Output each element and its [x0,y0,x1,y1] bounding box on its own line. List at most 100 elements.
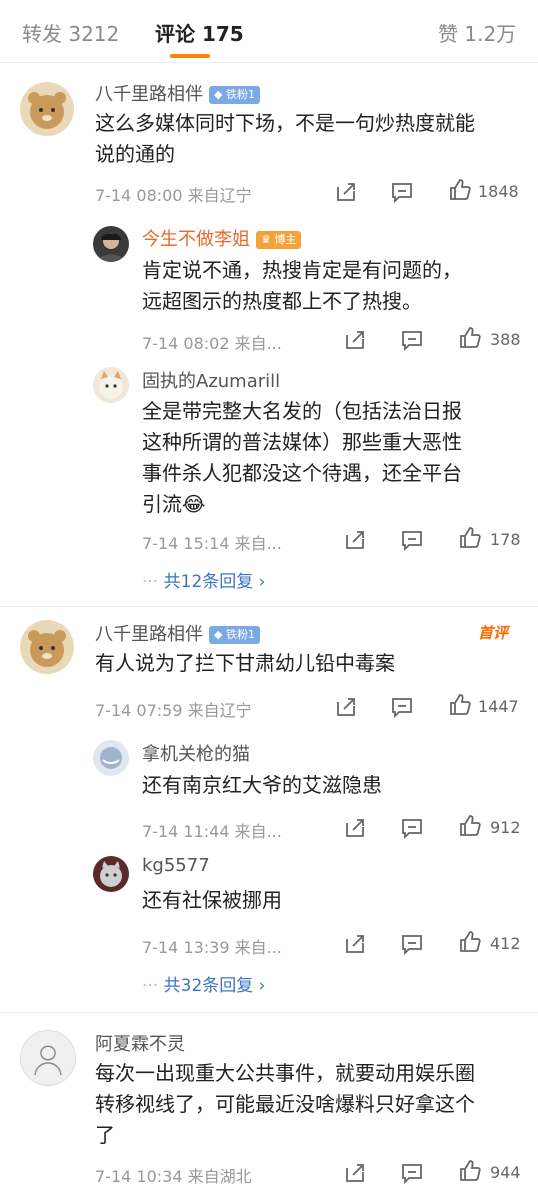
author-name[interactable]: 八千里路相伴 [95,624,203,645]
reply-text: 还有南京红大爷的艾滋隐患 [142,770,382,801]
like-button[interactable] [458,326,482,350]
reply-author[interactable]: 今生不做李姐 ♛ 博主 [142,225,302,251]
text-line: 还有南京红大爷的艾滋隐患 [142,773,382,797]
tab-comments[interactable]: 评论 175 [155,18,244,47]
bear-avatar-icon [28,92,66,129]
text-line: 说的通的 [95,142,175,166]
more-replies-link[interactable]: ··· 共12条回复 › [142,567,265,592]
comment-button[interactable] [400,328,424,352]
repost-icon [346,935,364,953]
comment-button[interactable] [400,528,424,552]
like-count: 178 [490,530,521,549]
divider [0,1012,538,1013]
fan-badge: ◆ 铁粉1 [209,626,260,644]
comment-icon [402,531,422,552]
like-count: 412 [490,934,521,953]
reply-meta: 7-14 11:44 来自... [142,822,282,841]
like-button[interactable] [448,693,472,717]
reply-author[interactable]: 拿机关枪的猫 [142,740,250,766]
divider [0,606,538,607]
reply-text: 还有社保被挪用 [142,885,282,916]
comment-icon [392,698,412,719]
repost-icon [346,819,364,837]
comment-text: 这么多媒体同时下场，不是一句炒热度就能 说的通的 [95,108,475,170]
reply-text: 肯定说不通，热搜肯定是有问题的， 远超图示的热度都上不了热搜。 [142,255,462,317]
user-avatar-icon [97,233,125,262]
text-line: 这么多媒体同时下场，不是一句炒热度就能 [95,111,475,135]
comment-author[interactable]: 阿夏霖不灵 [95,1030,185,1056]
cat-avatar-icon [100,861,122,887]
cat-avatar-icon [99,371,123,399]
comment-button[interactable] [400,1161,424,1185]
tab-likes[interactable]: 赞 1.2万 [438,18,516,47]
like-button[interactable] [448,178,472,202]
repost-button[interactable] [343,528,367,552]
avatar[interactable] [93,226,129,262]
text-line: 全是带完整大名发的（包括法治日报 [142,399,462,423]
blogger-badge: ♛ 博主 [256,231,302,249]
repost-button[interactable] [343,328,367,352]
active-tab-indicator [170,54,210,58]
ellipsis: ··· [142,976,159,996]
text-line: 事件杀人犯都没这个待遇，还全平台 [142,461,462,485]
first-comment-tag: 首评 [478,624,509,642]
reply-author[interactable]: kg5577 [142,855,210,876]
like-count: 388 [490,330,521,349]
reply-author[interactable]: 固执的Azumarill [142,367,280,393]
user-avatar-icon [100,747,122,769]
more-replies-label[interactable]: 共32条回复 › [164,976,266,996]
avatar[interactable] [93,367,129,403]
comment-icon [402,1164,422,1185]
author-name[interactable]: 今生不做李姐 [142,229,250,250]
text-line: 每次一出现重大公共事件，就要动用娱乐圈 [95,1061,475,1085]
tab-bar: 转发 3212 评论 175 赞 1.2万 [0,0,538,62]
badge-label: 铁粉1 [225,88,255,101]
comment-button[interactable] [390,695,414,719]
like-button[interactable] [458,526,482,550]
like-count: 1447 [478,697,519,716]
repost-button[interactable] [343,816,367,840]
avatar[interactable] [20,82,74,136]
avatar[interactable] [20,620,74,674]
thumbs-up-icon [460,1160,481,1181]
more-replies-link[interactable]: ··· 共32条回复 › [142,971,265,996]
reply-text: 全是带完整大名发的（包括法治日报 这种所谓的普法媒体）那些重大恶性 事件杀人犯都… [142,396,462,520]
text-line: 引流😂 [142,492,206,516]
like-count: 912 [490,818,521,837]
avatar[interactable] [93,740,129,776]
comment-button[interactable] [390,180,414,204]
comment-text: 有人说为了拦下甘肃幼儿铅中毒案 [95,648,395,679]
thumbs-up-icon [460,931,481,952]
comment-text: 每次一出现重大公共事件，就要动用娱乐圈 转移视线了，可能最近没啥爆料只好拿这个 … [95,1058,475,1151]
more-replies-label[interactable]: 共12条回复 › [164,572,266,592]
avatar[interactable] [20,1030,76,1086]
repost-button[interactable] [334,695,358,719]
divider [0,62,538,63]
comment-button[interactable] [400,932,424,956]
comment-button[interactable] [400,816,424,840]
comment-icon [402,331,422,352]
comment-meta: 7-14 08:00 来自辽宁 [95,186,252,205]
reply-meta: 7-14 08:02 来自... [142,334,282,353]
like-button[interactable] [458,1159,482,1183]
comment-author[interactable]: 八千里路相伴 ◆ 铁粉1 [95,80,260,106]
text-line: 了 [95,1123,115,1147]
like-count: 944 [490,1163,521,1182]
text-line: 有人说为了拦下甘肃幼儿铅中毒案 [95,651,395,675]
repost-button[interactable] [334,180,358,204]
like-button[interactable] [458,930,482,954]
comment-meta: 7-14 10:34 来自湖北 [95,1167,252,1186]
text-line: 这种所谓的普法媒体）那些重大恶性 [142,430,462,454]
thumbs-up-icon [460,815,481,836]
comment-author[interactable]: 八千里路相伴 ◆ 铁粉1 [95,620,260,646]
repost-button[interactable] [343,1161,367,1185]
comment-icon [402,935,422,956]
repost-button[interactable] [343,932,367,956]
thumbs-up-icon [450,179,471,200]
author-name[interactable]: 八千里路相伴 [95,84,203,105]
tab-repost[interactable]: 转发 3212 [22,18,119,47]
like-button[interactable] [458,814,482,838]
avatar[interactable] [93,856,129,892]
sketch-avatar-icon [34,1045,62,1076]
comment-icon [402,819,422,840]
